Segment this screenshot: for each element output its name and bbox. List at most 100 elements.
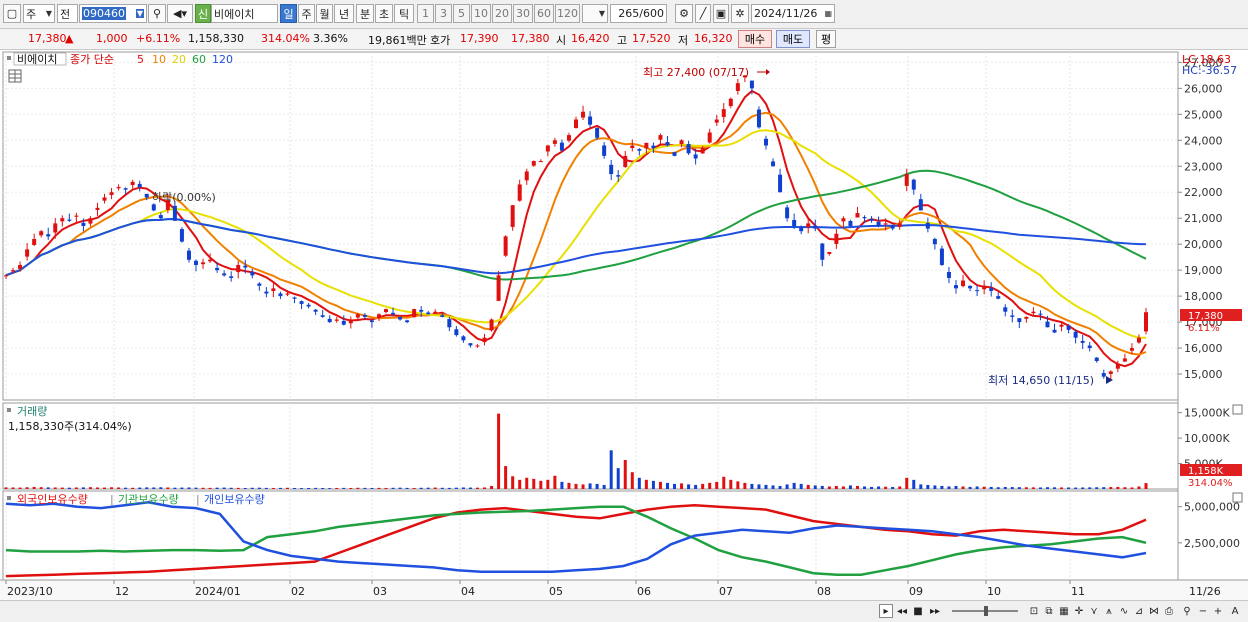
minute-10[interactable]: 10 [471,4,491,23]
scroll-right-icon[interactable]: ▸ [879,604,893,618]
sell-button[interactable]: 매도 [776,30,810,48]
volume-bar [940,485,944,489]
draw-icon[interactable]: ╱ [695,4,711,23]
minute-5[interactable]: 5 [453,4,470,23]
price-tick-label: 24,000 [1184,134,1223,147]
volume-bar [863,486,867,489]
candle-body [834,233,839,244]
stock-code-input[interactable]: 090460 ▼ [79,4,147,23]
zoom-search-icon[interactable]: ⚲ [1180,604,1194,618]
date-field[interactable]: 2024/11/26 ▦ [751,4,835,23]
candle-body [939,248,944,265]
crosshair-icon[interactable]: ✛ [1072,604,1086,618]
volume-bar [1003,486,1007,489]
copy-icon[interactable]: ⧉ [1042,604,1056,618]
zoom-in-icon[interactable]: + [1212,604,1224,618]
price-tick-label: 25,000 [1184,108,1223,121]
volume-bar [11,487,15,489]
volume-bar [405,487,409,489]
timeframe-year[interactable]: 년 [334,4,354,23]
candle-body [440,315,445,317]
volume-bar [1130,487,1134,489]
volume-bar [947,486,951,489]
candle-body [1108,371,1113,374]
timeframe-day[interactable]: 일 [280,4,297,23]
speaker-icon[interactable]: ◀▾ [167,4,193,23]
volume-bar [701,483,705,489]
candle-body [81,222,86,226]
minute-120[interactable]: 120 [555,4,580,23]
candle-body [876,221,881,226]
stop-icon[interactable]: ■ [911,604,925,618]
price-tick-label: 18,000 [1184,290,1223,303]
timeframe-minute[interactable]: 분 [356,4,374,23]
minute-30[interactable]: 30 [513,4,533,23]
search-icon[interactable]: ⚲ [148,4,166,23]
low-value: 16,320 [694,32,733,45]
volume-bar [307,487,311,489]
wave-icon[interactable]: ∿ [1117,604,1131,618]
period-select[interactable]: 주 ▼ [23,4,55,23]
volume-bar [778,485,782,489]
minute-20[interactable]: 20 [492,4,512,23]
timeframe-month[interactable]: 월 [316,4,333,23]
text-tool-icon[interactable]: ⩚ [1102,604,1116,618]
change: 1,000 [96,32,128,45]
legend-ma10: 10 [152,53,166,66]
zoom-slider[interactable] [950,604,1020,618]
candle-body [862,217,867,219]
stock-chart[interactable]: 27,00026,00025,00024,00023,00022,00021,0… [0,50,1248,601]
gear-icon[interactable]: ✲ [731,4,749,23]
prev-select[interactable]: 전 [57,4,78,23]
eval-button[interactable]: 평 [816,30,836,48]
drop-annotation: 하락(0.00%) [152,190,216,204]
volume-bar [81,487,85,489]
volume-panel-close-icon[interactable] [1232,404,1243,415]
pattern-icon[interactable]: ⋈ [1147,604,1161,618]
volume-bar [363,487,367,489]
minute-1[interactable]: 1 [417,4,434,23]
volume-bar [208,487,212,489]
forward-icon[interactable]: ▸▸ [927,604,943,618]
print-icon[interactable]: ⎙ [1162,604,1176,618]
count-field[interactable]: 265/600 [610,4,667,23]
font-size-icon[interactable]: A [1228,604,1242,618]
trend-icon[interactable]: ⋎ [1087,604,1101,618]
quote-bar: 17,380 ▲ 1,000 +6.11% 1,158,330 314.04% … [0,29,1248,50]
minute-3[interactable]: 3 [435,4,452,23]
volume-bar [623,459,627,489]
custom-interval-select[interactable]: ▼ [582,4,608,23]
stock-name-field[interactable]: 비에이치 [211,4,278,23]
candle-body [292,297,297,299]
candle-body [46,234,51,237]
candle-body [468,343,473,346]
rewind-icon[interactable]: ◂◂ [895,604,909,618]
volume-bar [715,481,719,489]
volume-bar [25,487,29,489]
volume-bar [891,486,895,489]
zoom-out-icon[interactable]: − [1197,604,1209,618]
volume-bar [356,487,360,489]
ruler-icon[interactable]: ⊿ [1132,604,1146,618]
candle-body [376,314,381,318]
candle-body [1115,363,1120,369]
indicator-icon[interactable]: ⚙ [675,4,693,23]
volume-bar [74,487,78,489]
candle-body [672,152,677,156]
volume-bar [166,487,170,489]
timeframe-second[interactable]: 초 [375,4,393,23]
volume-bar [729,479,733,489]
volume-bar [694,484,698,489]
timeframe-tick[interactable]: 틱 [394,4,414,23]
save-icon[interactable]: ▣ [713,4,729,23]
volume-bar [1024,487,1028,489]
candle-body [426,312,431,315]
layout-icon[interactable]: ⊡ [1027,604,1041,618]
buy-button[interactable]: 매수 [738,30,772,48]
holding-panel-close-icon[interactable] [1232,492,1243,503]
timeframe-week[interactable]: 주 [298,4,315,23]
chart-menu-icon[interactable]: ▢ [3,4,21,23]
volume-bar [215,487,219,489]
grid-icon[interactable]: ▦ [1057,604,1071,618]
minute-60[interactable]: 60 [534,4,554,23]
